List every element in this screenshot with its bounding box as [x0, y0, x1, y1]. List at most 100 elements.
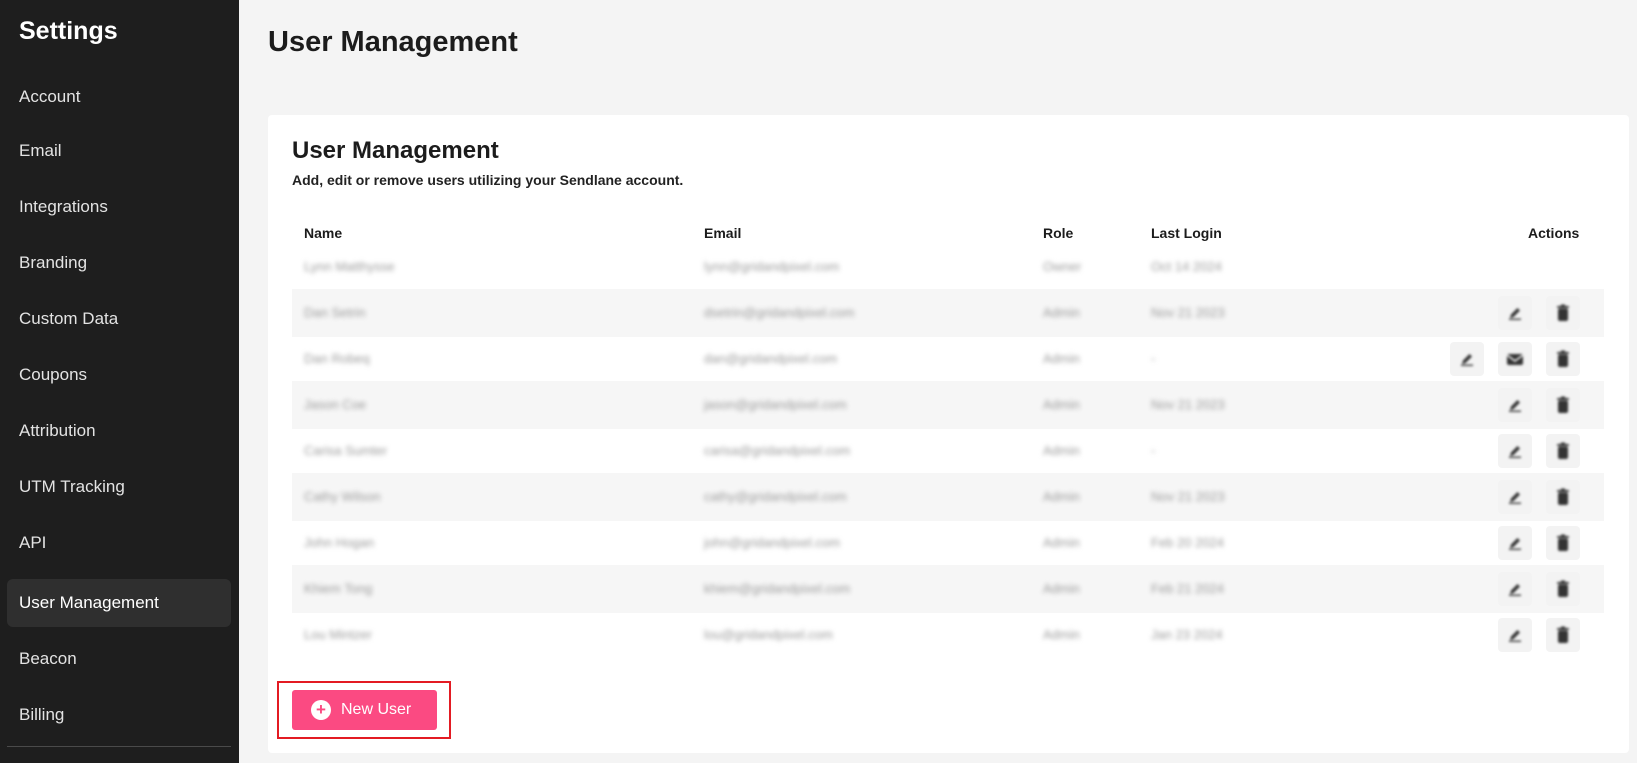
cell-email: dsetrin@gridandpixel.com	[704, 305, 855, 320]
table-row: Lou Mintzer lou@gridandpixel.com Admin Jan …	[292, 611, 1604, 659]
trash-button[interactable]	[1546, 526, 1580, 560]
cell-last-login: Oct 14 2024	[1151, 259, 1222, 274]
cell-name: Cathy Wilson	[304, 489, 381, 504]
trash-icon	[1556, 350, 1570, 368]
sidebar-item-custom-data[interactable]: Custom Data	[7, 295, 231, 343]
table-row: Lynn Matthysse lynn@gridandpixel.com Owner…	[292, 243, 1604, 291]
sidebar-item-account[interactable]: Account	[7, 73, 231, 121]
edit-button[interactable]	[1498, 388, 1532, 422]
cell-email: cathy@gridandpixel.com	[704, 489, 847, 504]
sidebar-item-coupons[interactable]: Coupons	[7, 351, 231, 399]
cell-last-login: Nov 21 2023	[1151, 305, 1225, 320]
column-header-actions: Actions	[1528, 225, 1580, 241]
trash-button[interactable]	[1546, 342, 1580, 376]
table-row: Jason Coe jason@gridandpixel.com Admin Nov …	[292, 381, 1604, 429]
trash-icon	[1556, 626, 1570, 644]
cell-role: Admin	[1043, 535, 1080, 550]
cell-role: Owner	[1043, 259, 1082, 274]
trash-icon	[1556, 488, 1570, 506]
trash-button[interactable]	[1546, 572, 1580, 606]
cell-name: John Hogan	[304, 535, 375, 550]
cell-name: Khiem Tong	[304, 581, 373, 596]
column-header-role: Role	[1043, 225, 1074, 241]
edit-button[interactable]	[1498, 526, 1532, 560]
table-row: Carisa Sumter carisa@gridandpixel.com Admi…	[292, 427, 1604, 475]
cell-last-login: Jan 23 2024	[1151, 627, 1223, 642]
trash-icon	[1556, 442, 1570, 460]
table-row: Cathy Wilson cathy@gridandpixel.com Admin N…	[292, 473, 1604, 521]
cell-last-login: -	[1151, 443, 1156, 458]
sidebar-title: Settings	[19, 17, 118, 45]
column-header-last-login: Last Login	[1151, 225, 1222, 241]
edit-button[interactable]	[1498, 480, 1532, 514]
sidebar-item-user-management[interactable]: User Management	[7, 579, 231, 627]
trash-icon	[1556, 304, 1570, 322]
edit-icon	[1507, 535, 1523, 551]
cell-name: Lynn Matthysse	[304, 259, 395, 274]
cell-name: Carisa Sumter	[304, 443, 388, 458]
trash-button[interactable]	[1546, 480, 1580, 514]
trash-button[interactable]	[1546, 618, 1580, 652]
edit-icon	[1507, 581, 1523, 597]
cell-name: Jason Coe	[304, 397, 367, 412]
edit-icon	[1507, 489, 1523, 505]
column-header-email: Email	[704, 225, 742, 241]
trash-button[interactable]	[1546, 434, 1580, 468]
card-title: User Management	[292, 137, 499, 164]
page-title: User Management	[268, 26, 518, 58]
trash-icon	[1556, 396, 1570, 414]
cell-email: john@gridandpixel.com	[704, 535, 841, 550]
cell-last-login: -	[1151, 351, 1156, 366]
plus-circle-icon: +	[311, 700, 331, 720]
sidebar-item-billing[interactable]: Billing	[7, 691, 231, 739]
envelope-button[interactable]	[1498, 342, 1532, 376]
edit-icon	[1507, 627, 1523, 643]
sidebar-item-attribution[interactable]: Attribution	[7, 407, 231, 455]
cell-role: Admin	[1043, 581, 1080, 596]
new-user-button-label: New User	[341, 701, 412, 718]
trash-icon	[1556, 580, 1570, 598]
cell-email: lynn@gridandpixel.com	[704, 259, 840, 274]
edit-button[interactable]	[1498, 296, 1532, 330]
trash-button[interactable]	[1546, 296, 1580, 330]
new-user-button[interactable]: + New User	[292, 690, 437, 730]
cell-last-login: Feb 20 2024	[1151, 535, 1225, 550]
cell-role: Admin	[1043, 305, 1080, 320]
sidebar-item-api[interactable]: API	[7, 519, 231, 567]
cell-last-login: Feb 21 2024	[1151, 581, 1225, 596]
table-row: John Hogan john@gridandpixel.com Admin Feb …	[292, 519, 1604, 567]
user-management-card: User Management Add, edit or remove user…	[268, 115, 1629, 753]
cell-role: Admin	[1043, 397, 1080, 412]
cell-role: Admin	[1043, 489, 1080, 504]
sidebar-item-email[interactable]: Email	[7, 127, 231, 175]
edit-button[interactable]	[1498, 572, 1532, 606]
sidebar-item-branding[interactable]: Branding	[7, 239, 231, 287]
cell-email: carisa@gridandpixel.com	[704, 443, 851, 458]
cell-name: Lou Mintzer	[304, 627, 372, 642]
table-row: Dan Setrin dsetrin@gridandpixel.com Admin N…	[292, 289, 1604, 337]
cell-email: dan@gridandpixel.com	[704, 351, 838, 366]
sidebar-item-integrations[interactable]: Integrations	[7, 183, 231, 231]
cell-role: Admin	[1043, 627, 1080, 642]
column-header-name: Name	[304, 225, 343, 241]
sidebar-item-utm-tracking[interactable]: UTM Tracking	[7, 463, 231, 511]
edit-icon	[1459, 351, 1475, 367]
settings-sidebar: Settings Account Email Integrations Bran…	[0, 0, 239, 763]
cell-name: Dan Setrin	[304, 305, 366, 320]
edit-button[interactable]	[1498, 618, 1532, 652]
sidebar-divider	[7, 746, 231, 747]
cell-email: jason@gridandpixel.com	[704, 397, 847, 412]
card-subtitle: Add, edit or remove users utilizing your…	[292, 172, 684, 188]
envelope-icon	[1506, 351, 1524, 367]
trash-button[interactable]	[1546, 388, 1580, 422]
cell-role: Admin	[1043, 351, 1080, 366]
sidebar-item-beacon[interactable]: Beacon	[7, 635, 231, 683]
cell-email: khiem@gridandpixel.com	[704, 581, 851, 596]
cell-last-login: Nov 21 2023	[1151, 397, 1225, 412]
cell-email: lou@gridandpixel.com	[704, 627, 833, 642]
edit-button[interactable]	[1498, 434, 1532, 468]
edit-button[interactable]	[1450, 342, 1484, 376]
table-row: Dan Robeq dan@gridandpixel.com Admin -	[292, 335, 1604, 383]
cell-name: Dan Robeq	[304, 351, 370, 366]
table-row: Khiem Tong khiem@gridandpixel.com Admin Feb…	[292, 565, 1604, 613]
